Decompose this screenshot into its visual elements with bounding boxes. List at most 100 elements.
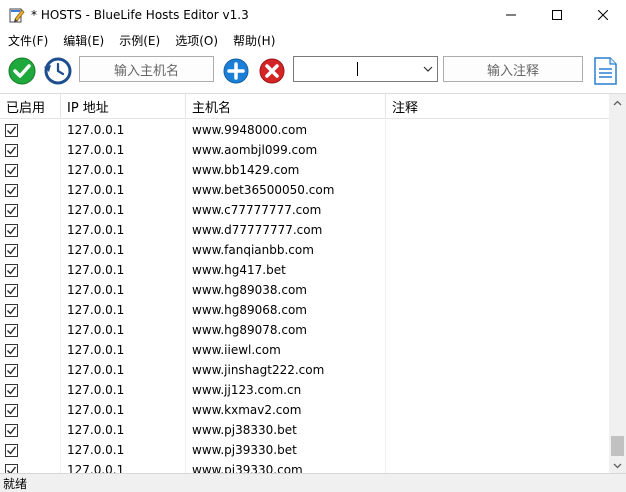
enabled-checkbox[interactable] [5, 423, 18, 437]
enabled-cell [0, 240, 61, 260]
enabled-checkbox[interactable] [5, 203, 18, 217]
menu-examples[interactable]: 示例(E) [111, 32, 167, 49]
ip-address-cell: 127.0.0.1 [61, 220, 186, 240]
ip-address-cell: 127.0.0.1 [61, 280, 186, 300]
table-row[interactable]: 127.0.0.1 www.pj39330.bet [0, 440, 609, 460]
enabled-checkbox[interactable] [5, 183, 18, 197]
table-row[interactable]: 127.0.0.1 www.9948000.com [0, 120, 609, 140]
maximize-button[interactable] [534, 0, 580, 30]
enabled-cell [0, 260, 61, 280]
table-row[interactable]: 127.0.0.1 www.pj39330.com [0, 460, 609, 473]
menu-file[interactable]: 文件(F) [0, 32, 55, 49]
scroll-down-arrow-icon[interactable] [609, 457, 626, 473]
vertical-scrollbar[interactable] [609, 94, 626, 473]
hostname-cell: www.pj39330.bet [186, 440, 386, 460]
menu-help[interactable]: 帮助(H) [225, 32, 282, 49]
table-row[interactable]: 127.0.0.1 www.aombjl099.com [0, 140, 609, 160]
table-row[interactable]: 127.0.0.1 www.bb1429.com [0, 160, 609, 180]
title-bar: * HOSTS - BlueLife Hosts Editor v1.3 [0, 0, 626, 30]
enabled-cell [0, 360, 61, 380]
column-ip-address[interactable]: IP 地址 [61, 94, 186, 119]
add-plus-icon[interactable] [222, 56, 252, 86]
hostname-cell: www.kxmav2.com [186, 400, 386, 420]
minimize-button[interactable] [488, 0, 534, 30]
enabled-checkbox[interactable] [5, 143, 18, 157]
ip-address-combobox[interactable] [293, 56, 438, 82]
hosts-list[interactable]: 已启用 IP 地址 主机名 注释 127.0.0.1 www.9948000.co… [0, 93, 626, 473]
enabled-checkbox[interactable] [5, 443, 18, 457]
hostname-input[interactable]: 输入主机名 [79, 56, 214, 82]
enabled-cell [0, 180, 61, 200]
toolbar: 输入主机名 输入注释 [0, 50, 626, 92]
table-row[interactable]: 127.0.0.1 www.jinshagt222.com [0, 360, 609, 380]
list-header: 已启用 IP 地址 主机名 注释 [0, 94, 609, 119]
comment-input[interactable]: 输入注释 [443, 56, 583, 82]
close-button[interactable] [580, 0, 626, 30]
table-row[interactable]: 127.0.0.1 www.hg89038.com [0, 280, 609, 300]
menu-bar: 文件(F) 编辑(E) 示例(E) 选项(O) 帮助(H) [0, 30, 626, 50]
hostname-cell: www.bet36500050.com [186, 180, 386, 200]
restore-clock-icon[interactable] [42, 56, 72, 86]
ip-address-cell: 127.0.0.1 [61, 200, 186, 220]
hostname-cell: www.jinshagt222.com [186, 360, 386, 380]
enabled-cell [0, 280, 61, 300]
scroll-up-arrow-icon[interactable] [609, 94, 626, 111]
ip-address-cell: 127.0.0.1 [61, 300, 186, 320]
enabled-checkbox[interactable] [5, 163, 18, 177]
enabled-checkbox[interactable] [5, 123, 18, 137]
enabled-cell [0, 140, 61, 160]
ip-address-cell: 127.0.0.1 [61, 440, 186, 460]
enabled-checkbox[interactable] [5, 383, 18, 397]
comment-cell [386, 120, 609, 140]
table-row[interactable]: 127.0.0.1 www.c77777777.com [0, 200, 609, 220]
delete-x-icon[interactable] [257, 56, 287, 86]
comment-cell [386, 440, 609, 460]
enabled-checkbox[interactable] [5, 263, 18, 277]
table-row[interactable]: 127.0.0.1 www.fanqianbb.com [0, 240, 609, 260]
table-row[interactable]: 127.0.0.1 www.d77777777.com [0, 220, 609, 240]
hostname-cell: www.d77777777.com [186, 220, 386, 240]
comment-cell [386, 360, 609, 380]
chevron-down-icon[interactable] [423, 65, 433, 73]
comment-cell [386, 320, 609, 340]
table-row[interactable]: 127.0.0.1 www.kxmav2.com [0, 400, 609, 420]
save-check-icon[interactable] [7, 56, 37, 86]
table-row[interactable]: 127.0.0.1 www.hg89078.com [0, 320, 609, 340]
enabled-checkbox[interactable] [5, 283, 18, 297]
ip-address-cell: 127.0.0.1 [61, 360, 186, 380]
comment-cell [386, 200, 609, 220]
table-row[interactable]: 127.0.0.1 www.iiewl.com [0, 340, 609, 360]
enabled-checkbox[interactable] [5, 363, 18, 377]
enabled-checkbox[interactable] [5, 243, 18, 257]
enabled-cell [0, 380, 61, 400]
note-document-icon[interactable] [590, 56, 620, 86]
comment-cell [386, 240, 609, 260]
status-text: 就绪 [3, 476, 28, 491]
ip-address-cell: 127.0.0.1 [61, 120, 186, 140]
hostname-cell: www.9948000.com [186, 120, 386, 140]
ip-address-cell: 127.0.0.1 [61, 340, 186, 360]
menu-edit[interactable]: 编辑(E) [55, 32, 111, 49]
table-row[interactable]: 127.0.0.1 www.pj38330.bet [0, 420, 609, 440]
enabled-checkbox[interactable] [5, 303, 18, 317]
enabled-cell [0, 220, 61, 240]
enabled-checkbox[interactable] [5, 323, 18, 337]
scrollbar-thumb[interactable] [611, 436, 624, 456]
hostname-cell: www.pj39330.com [186, 460, 386, 473]
column-hostname[interactable]: 主机名 [186, 94, 386, 119]
table-row[interactable]: 127.0.0.1 www.hg89068.com [0, 300, 609, 320]
table-row[interactable]: 127.0.0.1 www.hg417.bet [0, 260, 609, 280]
enabled-checkbox[interactable] [5, 343, 18, 357]
comment-cell [386, 140, 609, 160]
enabled-checkbox[interactable] [5, 463, 18, 473]
column-enabled[interactable]: 已启用 [0, 94, 61, 119]
comment-cell [386, 220, 609, 240]
column-comment[interactable]: 注释 [386, 94, 609, 119]
menu-options[interactable]: 选项(O) [167, 32, 225, 49]
table-row[interactable]: 127.0.0.1 www.jj123.com.cn [0, 380, 609, 400]
table-row[interactable]: 127.0.0.1 www.bet36500050.com [0, 180, 609, 200]
enabled-checkbox[interactable] [5, 223, 18, 237]
app-edit-icon [9, 7, 25, 23]
hostname-cell: www.hg417.bet [186, 260, 386, 280]
enabled-checkbox[interactable] [5, 403, 18, 417]
